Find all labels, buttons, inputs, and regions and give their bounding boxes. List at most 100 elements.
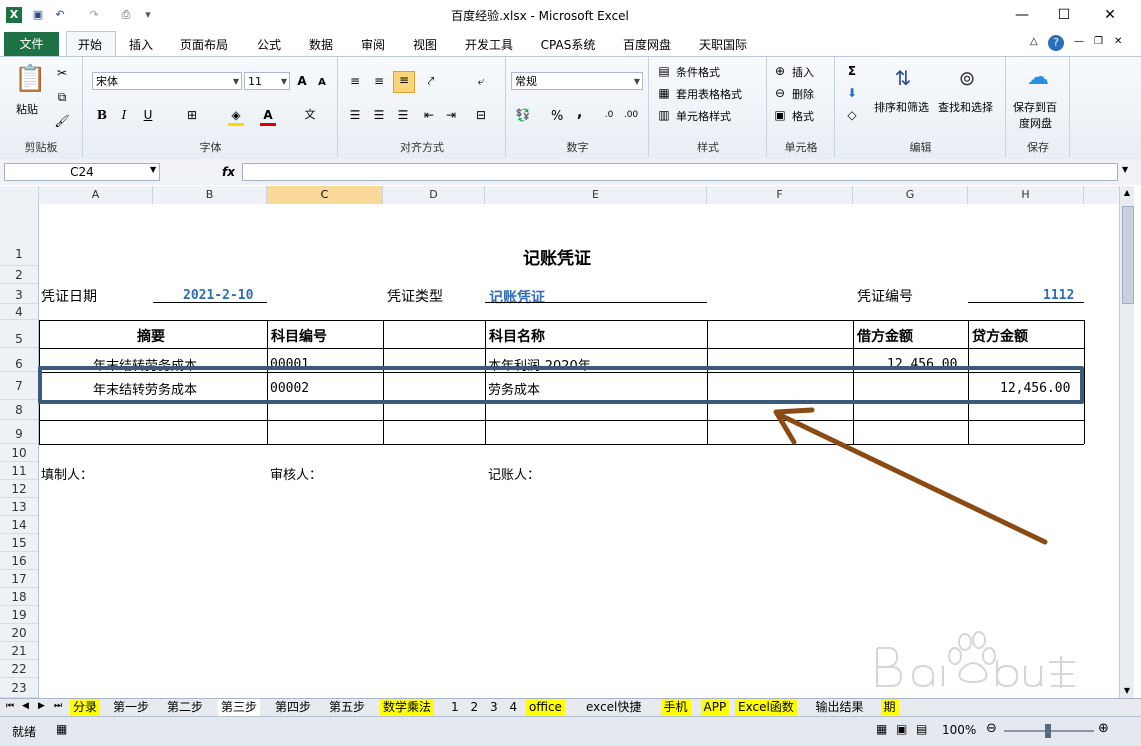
decrease-indent-icon[interactable]: ⇤ bbox=[421, 107, 437, 123]
align-bottom-icon[interactable]: ≡ bbox=[393, 71, 415, 93]
number-value[interactable]: 1112 bbox=[1043, 288, 1074, 303]
formula-input[interactable] bbox=[242, 163, 1118, 181]
underline-icon[interactable]: U bbox=[140, 107, 156, 123]
column-header-d[interactable]: D bbox=[383, 186, 485, 204]
tab-developer[interactable]: 开发工具 bbox=[456, 34, 522, 56]
next-sheet-icon[interactable]: ▶ bbox=[38, 701, 45, 711]
fill-color-icon[interactable]: ◈ bbox=[228, 107, 244, 126]
doc-restore-icon[interactable]: ❐ bbox=[1094, 36, 1103, 47]
percent-style-button[interactable]: % bbox=[551, 109, 563, 124]
row-header[interactable]: 5 bbox=[0, 320, 38, 348]
row-header[interactable]: 20 bbox=[0, 624, 38, 642]
minimize-button[interactable]: — bbox=[1000, 4, 1044, 26]
close-button[interactable]: ✕ bbox=[1088, 4, 1132, 26]
sheet-tab[interactable]: office bbox=[526, 699, 565, 716]
scroll-thumb[interactable] bbox=[1122, 206, 1134, 304]
sheet-tab[interactable]: 第五步 bbox=[326, 699, 368, 716]
font-size-select[interactable]: 11 ▼ bbox=[244, 72, 290, 90]
sheet-tab[interactable]: 输出结果 bbox=[813, 699, 867, 716]
insert-cells-button[interactable]: 插入 bbox=[792, 64, 814, 80]
tab-review[interactable]: 审阅 bbox=[352, 34, 394, 56]
row-header[interactable]: 1 bbox=[0, 204, 38, 266]
conditional-format-button[interactable]: 条件格式 bbox=[676, 64, 720, 80]
row-header[interactable]: 22 bbox=[0, 660, 38, 678]
increase-indent-icon[interactable]: ⇥ bbox=[443, 107, 459, 123]
autosum-icon[interactable]: Σ bbox=[844, 63, 860, 79]
sheet-tab[interactable]: 手机 bbox=[660, 699, 691, 716]
tab-page-layout[interactable]: 页面布局 bbox=[170, 34, 238, 56]
name-box[interactable]: C24 bbox=[4, 163, 160, 181]
comma-style-button[interactable]: , bbox=[577, 105, 582, 121]
font-color-icon[interactable]: A bbox=[260, 107, 276, 126]
format-as-table-button[interactable]: 套用表格格式 bbox=[676, 86, 742, 102]
shrink-font-icon[interactable]: A bbox=[314, 75, 330, 91]
align-center-icon[interactable]: ☰ bbox=[371, 107, 387, 123]
paste-button[interactable]: 粘贴 bbox=[16, 101, 38, 117]
select-all-corner[interactable] bbox=[0, 186, 39, 204]
type-value[interactable]: 记账凭证 bbox=[489, 287, 545, 307]
row-header[interactable]: 23 bbox=[0, 678, 38, 698]
row-header[interactable]: 12 bbox=[0, 480, 38, 498]
column-header-a[interactable]: A bbox=[39, 186, 153, 204]
font-name-select[interactable]: 宋体 ▼ bbox=[92, 72, 242, 90]
row-header[interactable]: 19 bbox=[0, 606, 38, 624]
borders-icon[interactable]: ⊞ bbox=[184, 107, 200, 123]
row-header[interactable]: 15 bbox=[0, 534, 38, 552]
first-sheet-icon[interactable]: ⏮ bbox=[6, 701, 14, 711]
column-header-h[interactable]: H bbox=[968, 186, 1084, 204]
page-break-view-icon[interactable]: ▤ bbox=[916, 722, 927, 736]
sheet-tab[interactable]: 第一步 bbox=[110, 699, 152, 716]
tab-view[interactable]: 视图 bbox=[404, 34, 446, 56]
sheet-tab[interactable]: 第二步 bbox=[164, 699, 206, 716]
prev-sheet-icon[interactable]: ◀ bbox=[22, 701, 29, 711]
column-header-g[interactable]: G bbox=[853, 186, 968, 204]
decrease-decimal-icon[interactable]: .00 bbox=[623, 107, 639, 123]
copy-icon[interactable]: ⧉ bbox=[54, 89, 70, 105]
normal-view-icon[interactable]: ▦ bbox=[876, 722, 887, 736]
zoom-in-icon[interactable]: ⊕ bbox=[1098, 721, 1109, 736]
bold-icon[interactable]: B bbox=[94, 107, 110, 123]
save-netdisk-line1[interactable]: 保存到百 bbox=[1013, 99, 1057, 115]
sheet-tab[interactable]: 分录 bbox=[70, 699, 101, 716]
tab-file[interactable]: 文件 bbox=[4, 32, 59, 56]
sheet-tab[interactable]: 第四步 bbox=[272, 699, 314, 716]
format-cells-button[interactable]: 格式 bbox=[792, 108, 814, 124]
clear-icon[interactable]: ◇ bbox=[844, 107, 860, 123]
number-format-select[interactable]: 常规 ▼ bbox=[511, 72, 643, 90]
sort-filter-button[interactable]: 排序和筛选 bbox=[874, 99, 929, 115]
last-sheet-icon[interactable]: ⏭ bbox=[54, 701, 62, 711]
align-middle-icon[interactable]: ≡ bbox=[371, 73, 387, 89]
doc-close-icon[interactable]: ✕ bbox=[1114, 36, 1122, 47]
italic-icon[interactable]: I bbox=[116, 107, 132, 123]
column-header-f[interactable]: F bbox=[707, 186, 853, 204]
tab-data[interactable]: 数据 bbox=[300, 34, 342, 56]
row-header[interactable]: 10 bbox=[0, 444, 38, 462]
find-select-button[interactable]: 查找和选择 bbox=[938, 99, 993, 115]
orientation-icon[interactable]: ⤤ bbox=[423, 73, 439, 89]
row-header[interactable]: 13 bbox=[0, 498, 38, 516]
date-value[interactable]: 2021-2-10 bbox=[183, 288, 253, 303]
insert-function-button[interactable]: fx bbox=[222, 163, 240, 181]
row-header[interactable]: 4 bbox=[0, 304, 38, 320]
sheet-tab[interactable]: 数学乘法 bbox=[380, 699, 435, 716]
save-netdisk-line2[interactable]: 度网盘 bbox=[1019, 115, 1052, 131]
page-layout-view-icon[interactable]: ▣ bbox=[896, 722, 907, 736]
tab-cpas[interactable]: CPAS系统 bbox=[532, 34, 604, 56]
fill-icon[interactable]: ⬇ bbox=[844, 85, 860, 101]
doc-minimize-icon[interactable]: — bbox=[1074, 36, 1084, 47]
align-top-icon[interactable]: ≡ bbox=[347, 73, 363, 89]
tab-formulas[interactable]: 公式 bbox=[248, 34, 290, 56]
column-header-b[interactable]: B bbox=[153, 186, 267, 204]
sheet-tab[interactable]: 2 bbox=[468, 699, 482, 716]
align-left-icon[interactable]: ☰ bbox=[347, 107, 363, 123]
column-header-e[interactable]: E bbox=[485, 186, 707, 204]
sheet-tab[interactable]: 4 bbox=[507, 699, 521, 716]
increase-decimal-icon[interactable]: .0 bbox=[601, 107, 617, 123]
cell-styles-button[interactable]: 单元格样式 bbox=[676, 108, 731, 124]
row-header[interactable]: 8 bbox=[0, 400, 38, 420]
column-header-c[interactable]: C bbox=[267, 186, 383, 204]
merge-center-icon[interactable]: ⊟ bbox=[473, 107, 489, 123]
wrap-text-icon[interactable]: ⤶ bbox=[473, 73, 489, 89]
scroll-up-icon[interactable]: ▲ bbox=[1120, 186, 1134, 200]
expand-formula-icon[interactable]: ▼ bbox=[1122, 165, 1128, 174]
